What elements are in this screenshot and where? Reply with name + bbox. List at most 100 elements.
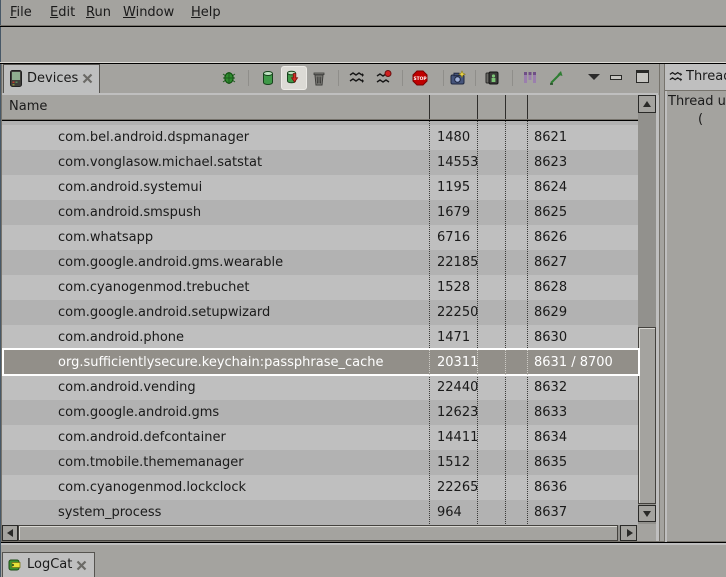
tab-logcat-label: LogCat (27, 553, 72, 576)
view-menu-icon[interactable] (586, 73, 602, 81)
process-port: 8627 (534, 250, 567, 275)
process-row[interactable]: com.tmobile.thememanager 1512 8635 (2, 450, 638, 475)
minimize-icon[interactable] (610, 75, 622, 80)
process-pid: 964 (437, 500, 462, 525)
process-row[interactable]: com.google.android.gms126238633 (2, 400, 638, 425)
column-divider[interactable] (477, 95, 478, 119)
process-name: com.google.android.gms.wearable (58, 250, 283, 275)
process-port: 8635 (534, 450, 567, 475)
threads-panel-content: Thread up ( (667, 91, 726, 541)
toolbar-separator (512, 70, 513, 86)
process-pid: 22250 (437, 300, 478, 325)
process-row[interactable]: com.bel.android.dspmanager14808621 (2, 125, 638, 150)
column-divider[interactable] (429, 95, 430, 119)
column-gridline (429, 121, 430, 525)
process-pid: 1679 (437, 200, 470, 225)
tab-logcat-close-icon[interactable] (76, 560, 87, 571)
process-pid: 22265 (437, 475, 478, 500)
menu-window[interactable]: Window (123, 0, 174, 25)
process-pid: 1471 (437, 325, 470, 350)
tab-devices[interactable]: Devices (3, 64, 100, 93)
column-divider[interactable] (527, 95, 528, 119)
process-port: 8626 (534, 225, 567, 250)
menu-run[interactable]: Run (86, 0, 111, 25)
process-row[interactable]: com.cyanogenmod.trebuchet15288628 (2, 275, 638, 300)
dump-view-hierarchy-icon[interactable] (485, 70, 501, 86)
tab-devices-label: Devices (27, 65, 78, 92)
column-header-name[interactable]: Name (9, 95, 47, 119)
capture-systrace-icon[interactable] (522, 70, 538, 86)
scrollbar-right-edge (656, 95, 659, 541)
svg-text:STOP: STOP (413, 76, 427, 82)
process-port: 8629 (534, 300, 567, 325)
horizontal-scrollbar-thumb[interactable] (18, 525, 618, 541)
process-row[interactable]: com.android.defcontainer144118634 (2, 425, 638, 450)
process-name: com.cyanogenmod.trebuchet (58, 275, 250, 300)
process-port: 8631 / 8700 (534, 350, 613, 375)
process-row[interactable]: com.android.systemui11958624 (2, 175, 638, 200)
screen-capture-icon[interactable] (450, 70, 466, 86)
cause-gc-icon[interactable] (311, 70, 327, 86)
vertical-scrollbar-thumb[interactable] (638, 327, 656, 504)
process-port: 8633 (534, 400, 567, 425)
process-name: org.sufficientlysecure.keychain:passphra… (58, 350, 383, 375)
update-heap-icon[interactable] (260, 70, 276, 86)
process-port: 8625 (534, 200, 567, 225)
process-port: 8623 (534, 150, 567, 175)
update-threads-icon[interactable] (349, 70, 365, 86)
toolbar-separator (338, 70, 339, 86)
up-arrow-icon (643, 101, 651, 107)
scroll-up-button[interactable] (638, 95, 656, 113)
tab-threads[interactable]: Threads (667, 64, 726, 90)
process-row[interactable]: com.android.phone14718630 (2, 325, 638, 350)
process-name: com.android.vending (58, 375, 196, 400)
process-row[interactable]: com.android.smspush16798625 (2, 200, 638, 225)
process-pid: 22440 (437, 375, 478, 400)
process-port: 8636 (534, 475, 567, 500)
right-arrow-icon (627, 529, 633, 537)
process-pid: 1195 (437, 175, 470, 200)
process-row[interactable]: com.cyanogenmod.lockclock222658636 (2, 475, 638, 500)
column-gridline (477, 121, 478, 525)
device-phone-icon (10, 70, 22, 87)
dump-hprof-icon[interactable] (285, 70, 301, 86)
tab-devices-close-icon[interactable] (82, 73, 93, 84)
process-row[interactable]: com.google.android.gms.wearable221858627 (2, 250, 638, 275)
maximize-icon[interactable] (636, 70, 649, 83)
menubar: File Edit Run Window Help (1, 0, 726, 25)
panel-bottom-highlight (1, 543, 726, 545)
table-header[interactable]: Name (2, 95, 637, 119)
scroll-left-button[interactable] (2, 525, 18, 541)
column-gridline-selected (429, 350, 430, 375)
menu-help[interactable]: Help (191, 0, 221, 25)
process-row[interactable]: com.google.android.setupwizard222508629 (2, 300, 638, 325)
menu-edit[interactable]: Edit (50, 0, 75, 25)
process-name: com.bel.android.dspmanager (58, 125, 249, 150)
menu-file[interactable]: File (10, 0, 32, 25)
column-gridline (527, 121, 528, 525)
process-pid: 20311 (437, 350, 478, 375)
column-gridline (505, 121, 506, 525)
stop-process-icon[interactable]: STOP (412, 70, 428, 86)
start-method-profiling-icon[interactable] (376, 70, 392, 86)
process-pid: 14411 (437, 425, 478, 450)
process-row[interactable]: com.whatsapp67168626 (2, 225, 638, 250)
process-pid: 1528 (437, 275, 470, 300)
process-row[interactable]: system_process9648637 (2, 500, 638, 525)
process-name: system_process (58, 500, 161, 525)
process-row-selected[interactable]: org.sufficientlysecure.keychain:passphra… (2, 350, 638, 375)
process-row[interactable]: com.android.vending 22440 8632 (2, 375, 638, 400)
debug-process-icon[interactable] (221, 70, 237, 86)
process-pid: 1512 (437, 450, 470, 475)
column-divider[interactable] (505, 95, 506, 119)
threads-icon (669, 70, 683, 84)
start-opengl-trace-icon[interactable] (548, 70, 564, 86)
tab-logcat[interactable]: LogCat (2, 552, 95, 577)
toolbar-separator (475, 70, 476, 86)
down-arrow-icon (643, 511, 651, 517)
process-name: com.tmobile.thememanager (58, 450, 244, 475)
process-port: 8632 (534, 375, 567, 400)
scroll-right-button[interactable] (620, 525, 637, 541)
process-row[interactable]: com.vonglasow.michael.satstat145538623 (2, 150, 638, 175)
scroll-down-button[interactable] (638, 505, 656, 522)
